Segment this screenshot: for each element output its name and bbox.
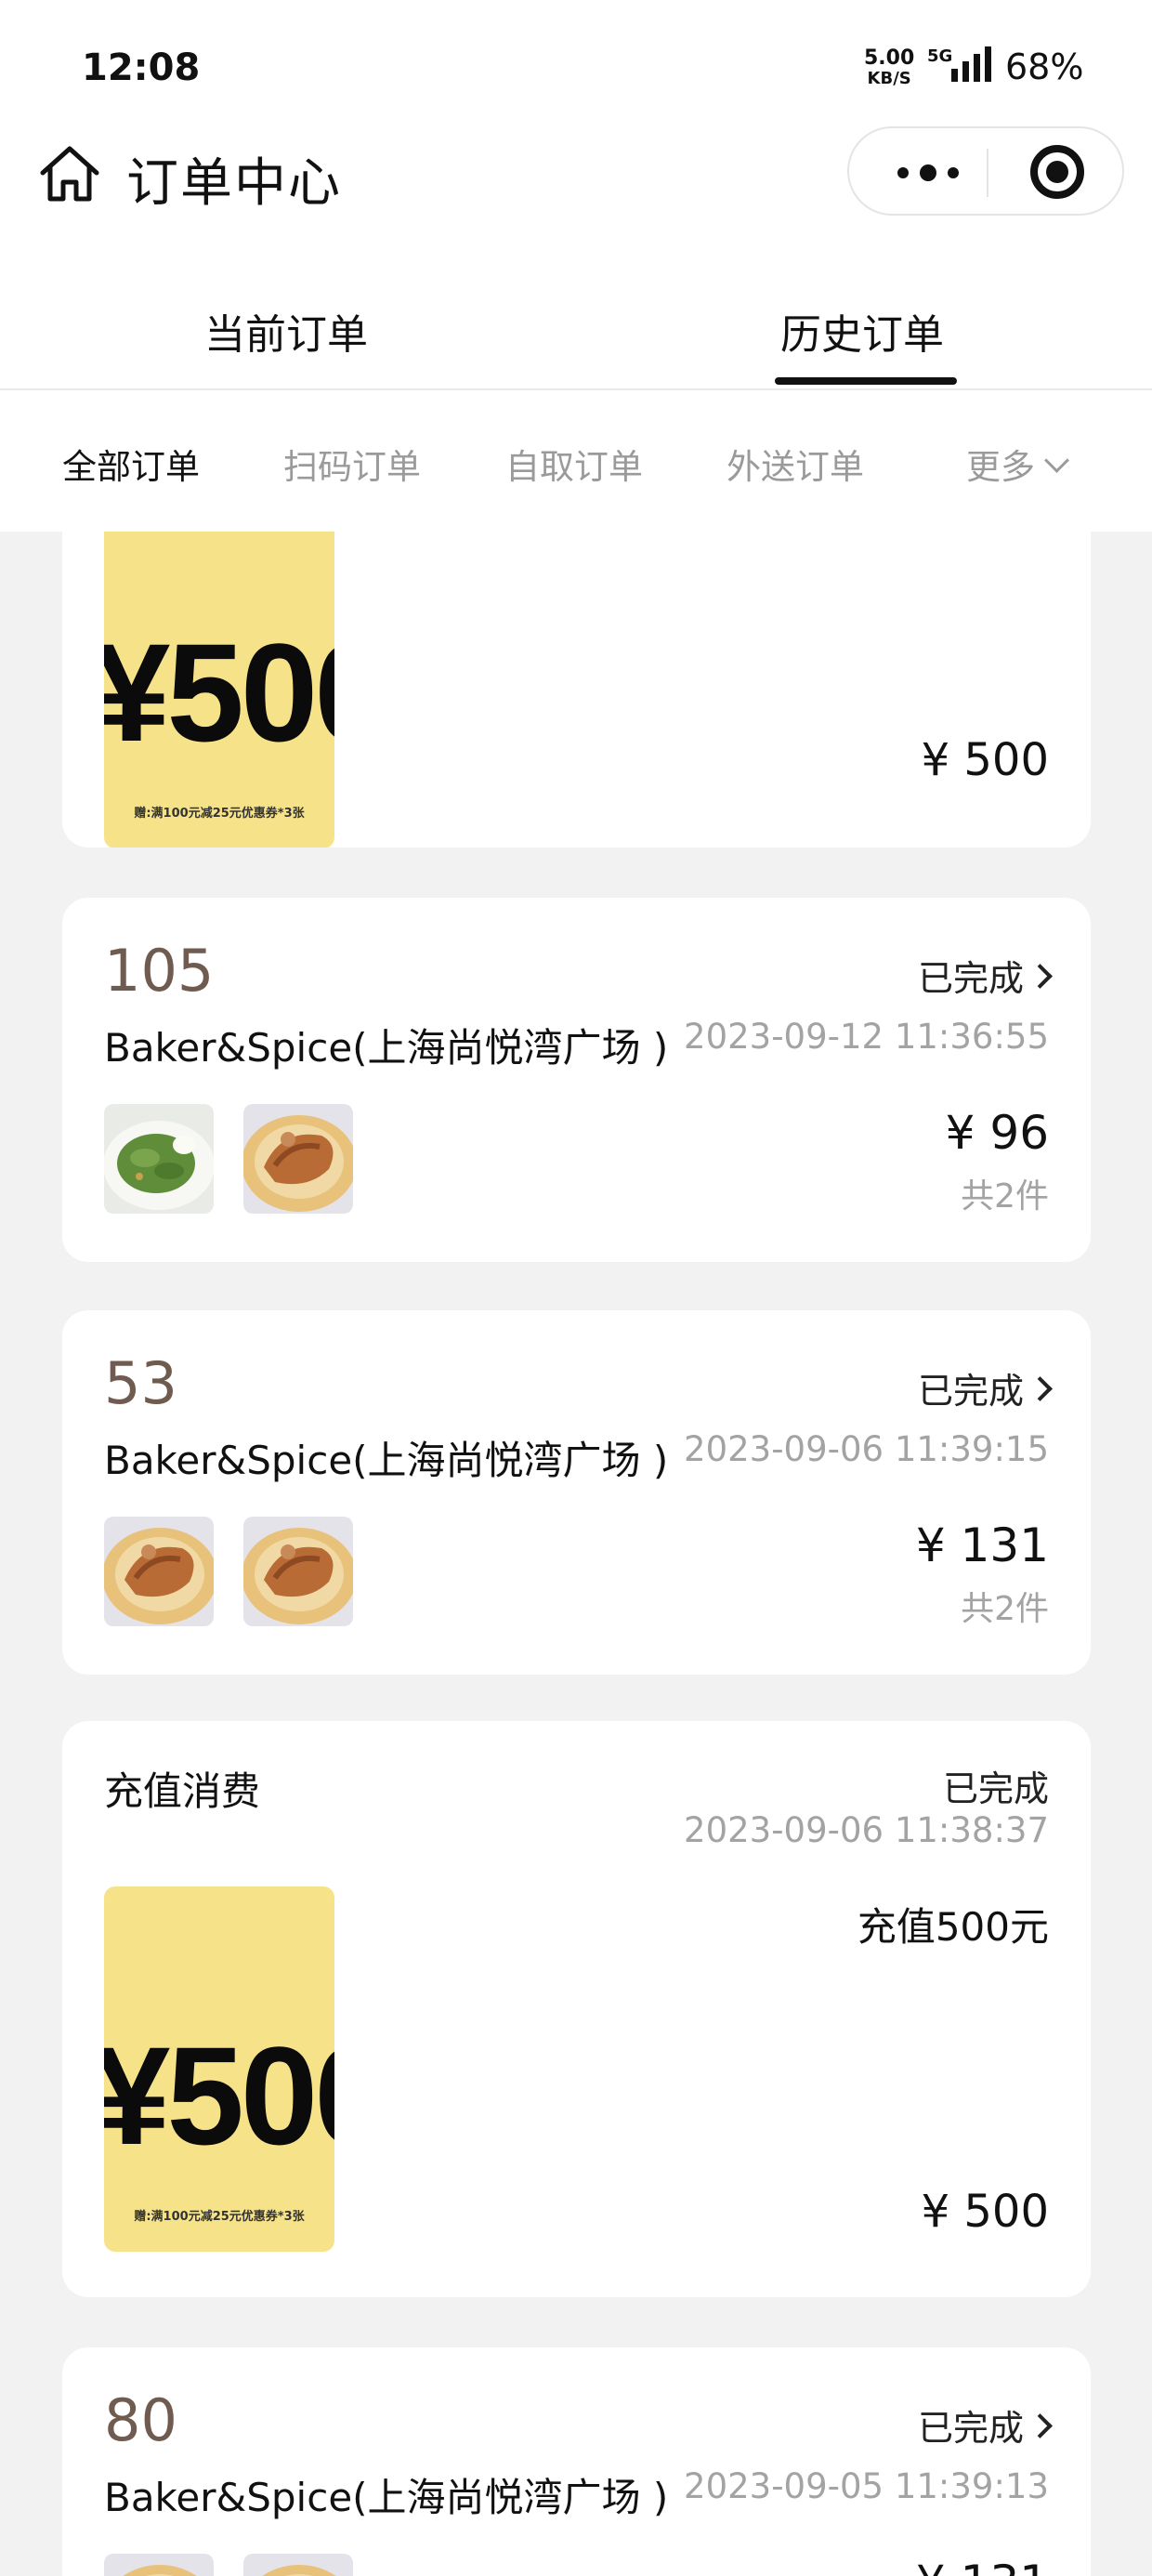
order-date: 2023-09-06 11:39:15 [684, 1429, 1049, 1469]
order-date: 2023-09-12 11:36:55 [684, 1017, 1049, 1057]
chicken-dish-thumbnail [243, 1104, 353, 1214]
chicken-dish-thumbnail [104, 2554, 214, 2576]
network-type: 5G [927, 46, 953, 66]
order-center-screen: ¥500 赠:满100元减25元优惠券*3张 ¥ 500 105 Baker&S… [0, 0, 1152, 2576]
order-status[interactable]: 已完成 [917, 950, 1053, 1001]
chicken-dish-thumbnail [104, 1517, 214, 1626]
target-icon[interactable] [1030, 145, 1084, 199]
recharge-description: 充值500元 [857, 1904, 1049, 1950]
chevron-right-icon [1028, 964, 1053, 989]
shop-name: Baker&Spice(上海尚悦湾广场 ) [104, 2475, 669, 2520]
shop-name: Baker&Spice(上海尚悦湾广场 ) [104, 1025, 669, 1071]
order-status[interactable]: 已完成 [917, 1362, 1053, 1413]
order-filters: 全部订单 扫码订单 自取订单 外送订单 更多 [0, 390, 1152, 532]
network-speed-value: 5.00 [864, 46, 915, 70]
tab-current-orders[interactable]: 当前订单 [204, 301, 368, 361]
voucher-amount: ¥500 [104, 614, 334, 770]
order-price: ¥ 131 [915, 1518, 1049, 1572]
top-bar: 12:08 5.00 KB/S 5G 68% 订单中心 当前订单 历史订单 全部… [0, 0, 1152, 532]
order-status-label: 已完成 [917, 2408, 1024, 2449]
recharge-order-card[interactable]: 充值消费 已完成 2023-09-06 11:38:37 充值500元 ¥500… [62, 1721, 1091, 2297]
order-status: 已完成 [942, 1768, 1049, 1809]
order-price: ¥ 500 [921, 2186, 1049, 2238]
order-tabs: 当前订单 历史订单 [0, 279, 1152, 390]
page-title: 订单中心 [126, 153, 342, 214]
filter-more[interactable]: 更多 [966, 439, 1069, 489]
voucher-note: 赠:满100元减25元优惠券*3张 [134, 807, 305, 821]
active-tab-indicator [775, 377, 957, 385]
chicken-dish-thumbnail [243, 1517, 353, 1626]
order-status-label: 已完成 [917, 1371, 1024, 1412]
voucher-amount: ¥500 [104, 2017, 334, 2174]
home-icon[interactable] [37, 141, 102, 206]
recharge-title: 充值消费 [104, 1768, 261, 1814]
chevron-down-icon [1044, 448, 1069, 473]
header: 订单中心 [0, 121, 1152, 232]
order-date: 2023-09-06 11:38:37 [684, 1810, 1049, 1850]
order-card-partial[interactable]: 80 Baker&Spice(上海尚悦湾广场 ) 已完成 2023-09-05 … [62, 2347, 1091, 2576]
order-number: 80 [104, 2386, 177, 2454]
order-number: 105 [104, 937, 215, 1005]
shop-name: Baker&Spice(上海尚悦湾广场 ) [104, 1438, 669, 1483]
status-bar: 12:08 5.00 KB/S 5G 68% [0, 0, 1152, 139]
order-price: ¥ 96 [945, 1106, 1049, 1160]
voucher-image: ¥500 赠:满100元减25元优惠券*3张 [104, 1886, 334, 2252]
filter-delivery-orders[interactable]: 外送订单 [727, 439, 864, 489]
status-time: 12:08 [82, 46, 201, 89]
chevron-right-icon [1028, 2413, 1053, 2438]
filter-all-orders[interactable]: 全部订单 [62, 439, 200, 489]
chicken-dish-thumbnail [243, 2554, 353, 2576]
filter-more-label: 更多 [966, 447, 1035, 487]
voucher-note: 赠:满100元减25元优惠券*3张 [134, 2210, 305, 2224]
order-status-label: 已完成 [917, 958, 1024, 999]
filter-scan-orders[interactable]: 扫码订单 [283, 439, 421, 489]
pasta-dish-thumbnail [104, 1104, 214, 1214]
order-quantity: 共2件 [961, 1177, 1049, 1216]
battery-level: 68% [1005, 46, 1084, 87]
order-card[interactable]: 105 Baker&Spice(上海尚悦湾广场 ) 已完成 2023-09-12… [62, 898, 1091, 1262]
order-status[interactable]: 已完成 [917, 2399, 1053, 2451]
order-number: 53 [104, 1349, 177, 1417]
order-price: ¥ 500 [921, 734, 1049, 786]
network-speed: 5.00 KB/S [864, 48, 914, 89]
capsule-divider [987, 149, 988, 197]
tab-history-orders[interactable]: 历史订单 [780, 301, 944, 361]
signal-icon [951, 46, 991, 82]
mini-program-capsule [847, 126, 1124, 216]
voucher-image: ¥500 赠:满100元减25元优惠券*3张 [104, 483, 334, 848]
chevron-right-icon [1028, 1376, 1053, 1401]
order-price: ¥ 131 [916, 2556, 1049, 2576]
order-card[interactable]: 53 Baker&Spice(上海尚悦湾广场 ) 已完成 2023-09-06 … [62, 1310, 1091, 1675]
order-date: 2023-09-05 11:39:13 [684, 2466, 1049, 2506]
filter-pickup-orders[interactable]: 自取订单 [505, 439, 643, 489]
network-speed-unit: KB/S [867, 69, 911, 88]
order-quantity: 共2件 [961, 1590, 1049, 1628]
more-dots-icon[interactable] [886, 158, 970, 188]
